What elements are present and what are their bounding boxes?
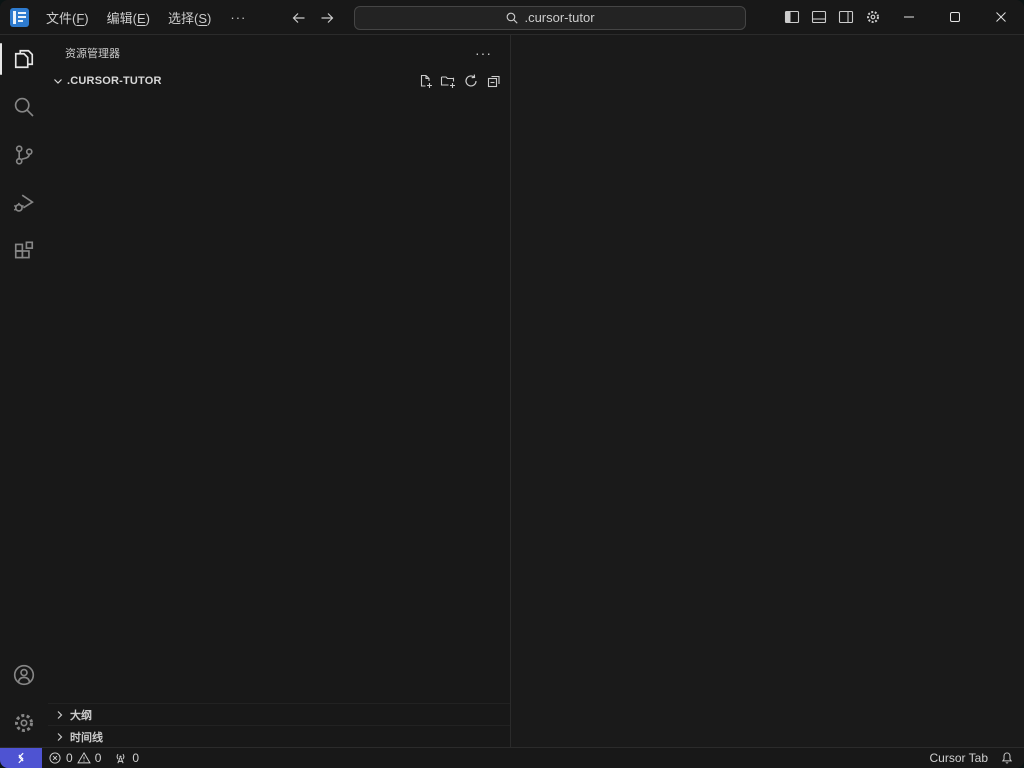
explorer-title: 资源管理器 [65, 47, 120, 60]
collapse-all-icon[interactable] [486, 73, 502, 89]
notifications-button[interactable] [998, 748, 1024, 768]
activity-run-debug[interactable] [0, 179, 48, 227]
search-icon [505, 11, 519, 25]
file-tree-empty-area[interactable] [48, 92, 510, 703]
section-timeline-label: 时间线 [70, 731, 103, 744]
sidebar-explorer: 资源管理器 ··· .CURSOR-TUTOR 大纲 时间线 [48, 35, 511, 747]
new-file-icon[interactable] [417, 73, 433, 89]
account-icon [12, 663, 36, 687]
menu-file[interactable]: 文件(F) [37, 4, 98, 31]
statusbar-right: Cursor Tab [920, 748, 1024, 768]
remote-indicator[interactable] [0, 748, 42, 768]
layout-panel-icon [811, 9, 827, 25]
titlebar-right-controls [778, 0, 1024, 34]
window-maximize-button[interactable] [932, 0, 978, 34]
gear-icon [12, 711, 36, 735]
activity-account[interactable] [0, 651, 48, 699]
workspace-folder-row[interactable]: .CURSOR-TUTOR [48, 70, 510, 92]
toggle-secondary-sidebar-button[interactable] [832, 4, 859, 31]
status-bar: 0 0 0 Cursor Tab [0, 747, 1024, 768]
radio-tower-icon [113, 751, 128, 766]
remote-icon [14, 751, 28, 765]
arrow-right-icon [319, 10, 335, 26]
gear-icon [865, 9, 881, 25]
activity-search[interactable] [0, 83, 48, 131]
warning-icon [76, 751, 91, 765]
ports-indicator[interactable]: 0 [107, 748, 145, 768]
command-center: .cursor-tutor [288, 0, 746, 35]
ports-count: 0 [132, 751, 140, 765]
section-outline[interactable]: 大纲 [48, 703, 510, 725]
editor-area[interactable] [511, 35, 1024, 747]
section-timeline[interactable]: 时间线 [48, 725, 510, 747]
app-window: 文件(F) 编辑(E) 选择(S) ··· .cursor-tutor 资源管理… [0, 0, 1024, 768]
explorer-more-button[interactable]: ··· [471, 43, 496, 63]
layout-sidebar-right-icon [838, 9, 854, 25]
titlebar-settings-button[interactable] [859, 4, 886, 31]
menu-selection[interactable]: 选择(S) [159, 4, 220, 31]
extensions-icon [12, 239, 36, 263]
window-minimize-button[interactable] [886, 0, 932, 34]
toggle-panel-button[interactable] [805, 4, 832, 31]
refresh-icon[interactable] [463, 73, 479, 89]
chevron-right-icon [52, 729, 68, 745]
search-input[interactable]: .cursor-tutor [354, 5, 746, 30]
explorer-actions [417, 73, 502, 89]
debug-play-icon [12, 191, 36, 215]
explorer-header: 资源管理器 ··· [48, 35, 510, 70]
nav-forward-button[interactable] [316, 7, 338, 29]
activity-bar [0, 35, 48, 747]
chevron-right-icon [52, 707, 68, 723]
title-bar: 文件(F) 编辑(E) 选择(S) ··· .cursor-tutor [0, 0, 1024, 35]
toggle-sidebar-button[interactable] [778, 4, 805, 31]
new-folder-icon[interactable] [440, 73, 456, 89]
section-outline-label: 大纲 [70, 709, 92, 722]
minimize-icon [902, 10, 916, 24]
error-count: 0 [66, 751, 73, 765]
arrow-left-icon [291, 10, 307, 26]
search-value: .cursor-tutor [524, 10, 595, 25]
menu-edit[interactable]: 编辑(E) [98, 4, 159, 31]
maximize-icon [948, 10, 962, 24]
bell-icon [1000, 751, 1014, 765]
close-icon [994, 10, 1008, 24]
chevron-down-icon [50, 73, 66, 89]
app-logo-icon [10, 7, 29, 27]
window-close-button[interactable] [978, 0, 1024, 34]
main-area: 资源管理器 ··· .CURSOR-TUTOR 大纲 时间线 [0, 35, 1024, 747]
cursor-tab-toggle[interactable]: Cursor Tab [920, 751, 998, 765]
layout-sidebar-left-icon [784, 9, 800, 25]
activity-extensions[interactable] [0, 227, 48, 275]
git-branch-icon [12, 143, 36, 167]
activity-settings[interactable] [0, 699, 48, 747]
problems-indicator[interactable]: 0 0 [42, 748, 107, 768]
search-icon [12, 95, 36, 119]
error-icon [48, 751, 62, 765]
nav-back-button[interactable] [288, 7, 310, 29]
files-icon [12, 47, 36, 71]
workspace-folder-name: .CURSOR-TUTOR [67, 75, 162, 87]
activity-source-control[interactable] [0, 131, 48, 179]
activity-explorer[interactable] [0, 35, 48, 83]
menu-more-button[interactable]: ··· [220, 6, 256, 29]
warning-count: 0 [94, 751, 102, 765]
menu-bar: 文件(F) 编辑(E) 选择(S) ··· [37, 4, 256, 31]
activity-bar-spacer [0, 275, 48, 651]
